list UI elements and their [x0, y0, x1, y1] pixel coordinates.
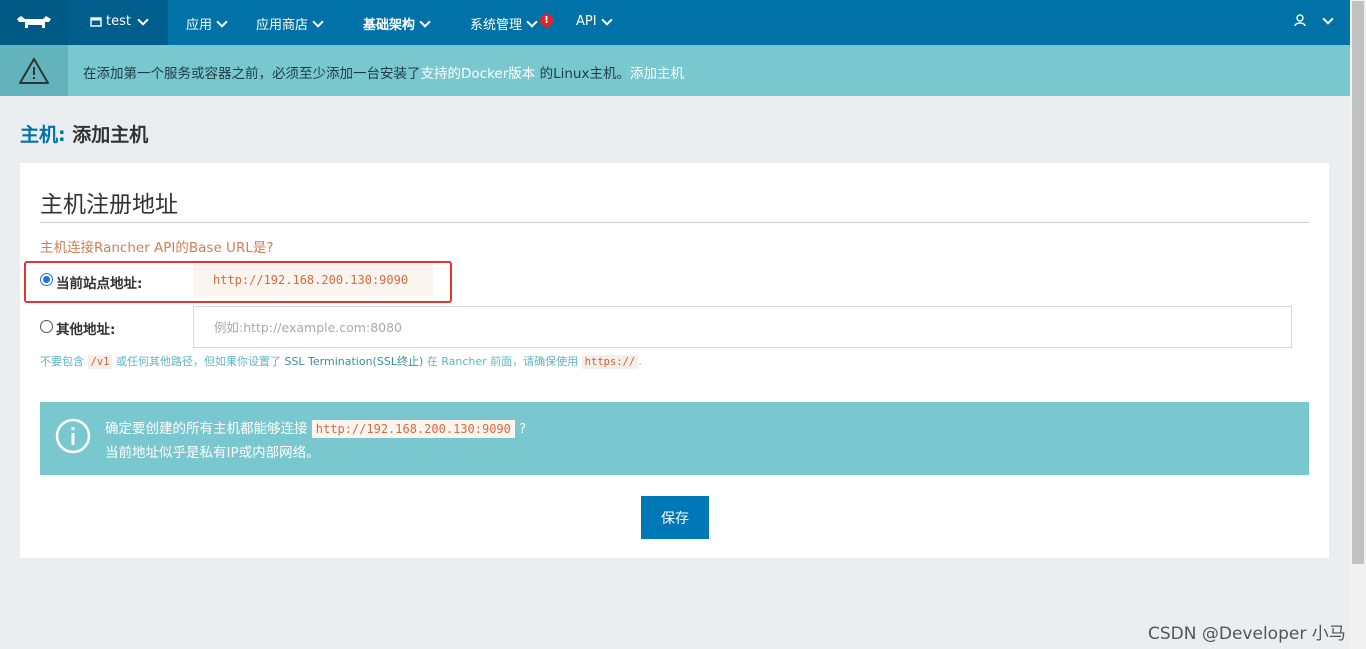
save-button[interactable]: 保存 [641, 496, 709, 539]
host-registration-card: 主机注册地址 主机连接Rancher API的Base URL是? 当前站点地址… [20, 163, 1329, 558]
base-url-question: 主机连接Rancher API的Base URL是? [40, 240, 274, 256]
breadcrumb-separator: : [58, 124, 73, 146]
nav-catalog-label: 应用商店 [256, 18, 309, 33]
card-title: 主机注册地址 [40, 192, 178, 218]
warning-icon-box [0, 45, 68, 96]
warning-icon [19, 58, 49, 84]
info-url-code: http://192.168.200.130:9090 [311, 420, 515, 438]
info-icon [55, 418, 91, 454]
info-alert: 确定要创建的所有主机都能够连接 http://192.168.200.130:9… [40, 402, 1309, 475]
environment-switcher[interactable]: test [68, 0, 168, 45]
warning-message: 在添加第一个服务或容器之前，必须至少添加一台安装了支持的Docker版本 的Li… [83, 62, 684, 82]
watermark: CSDN @Developer 小马 [1148, 624, 1346, 644]
warning-text-end: 的Linux主机。 [535, 66, 630, 82]
nav-apps[interactable]: 应用 [186, 14, 228, 33]
divider [40, 222, 1309, 223]
radio-other-url[interactable] [40, 320, 53, 333]
nav-apps-label: 应用 [186, 18, 213, 33]
chevron-down-icon [600, 13, 613, 26]
warning-text: 在添加第一个服务或容器之前，必须至少添加一台安装了 [83, 66, 421, 82]
option-other-label[interactable]: 其他地址: [56, 318, 115, 338]
info-line-2: 当前地址似乎是私有IP或内部网络。 [105, 445, 320, 461]
chevron-down-icon [1322, 12, 1334, 25]
nav-admin-label: 系统管理 [470, 18, 523, 33]
add-host-link[interactable]: 添加主机 [630, 66, 684, 82]
radio-current-url[interactable] [40, 273, 53, 286]
chevron-down-icon [137, 13, 149, 26]
hint-code-v1: /v1 [87, 355, 113, 369]
info-text: ? [514, 421, 527, 437]
chevron-down-icon [312, 15, 324, 28]
info-line-1: 确定要创建的所有主机都能够连接 http://192.168.200.130:9… [105, 417, 527, 438]
hint-text: . [638, 355, 642, 368]
environment-icon [90, 17, 102, 27]
docker-version-link[interactable]: 支持的Docker版本 [421, 66, 536, 82]
chevron-down-icon [419, 15, 431, 28]
nav-catalog[interactable]: 应用商店 [256, 14, 324, 33]
chevron-down-icon [526, 15, 538, 28]
scrollbar-thumb[interactable] [1352, 1, 1364, 564]
hint-text: 在 Rancher 前面，请确保使用 [423, 355, 582, 368]
hint-text: 或任何其他路径，但如果你设置了 [112, 355, 285, 368]
rancher-cow-icon [17, 16, 51, 28]
nav-admin[interactable]: 系统管理 ! [470, 14, 554, 33]
page-title-text: 添加主机 [72, 124, 149, 146]
page-title: 主机: 添加主机 [20, 120, 148, 147]
option-current-label[interactable]: 当前站点地址: [56, 272, 142, 292]
nav-infrastructure[interactable]: 基础架构 [363, 14, 431, 33]
user-icon [1294, 14, 1306, 27]
hint-code-https: https:// [581, 355, 639, 369]
nav-infrastructure-label: 基础架构 [363, 18, 416, 33]
info-text: 确定要创建的所有主机都能够连接 [105, 421, 312, 437]
nav-api-label: API [576, 14, 597, 29]
rancher-logo[interactable] [0, 0, 68, 45]
hint-text: 不要包含 [40, 355, 88, 368]
hint-ssl-text: SSL Termination(SSL终止) [284, 355, 424, 368]
environment-name: test [106, 14, 131, 29]
other-url-input[interactable] [193, 306, 1292, 348]
user-menu[interactable] [1294, 12, 1334, 27]
warning-banner: 在添加第一个服务或容器之前，必须至少添加一台安装了支持的Docker版本 的Li… [0, 45, 1350, 96]
top-navbar: test 应用 应用商店 基础架构 系统管理 ! API [0, 0, 1350, 45]
url-hint: 不要包含 /v1 或任何其他路径，但如果你设置了 SSL Termination… [40, 353, 642, 369]
nav-api[interactable]: API [576, 13, 613, 29]
breadcrumb-hosts[interactable]: 主机 [20, 124, 58, 146]
chevron-down-icon [216, 15, 228, 28]
admin-alert-badge: ! [540, 14, 554, 27]
current-url-value: http://192.168.200.130:9090 [193, 264, 433, 297]
